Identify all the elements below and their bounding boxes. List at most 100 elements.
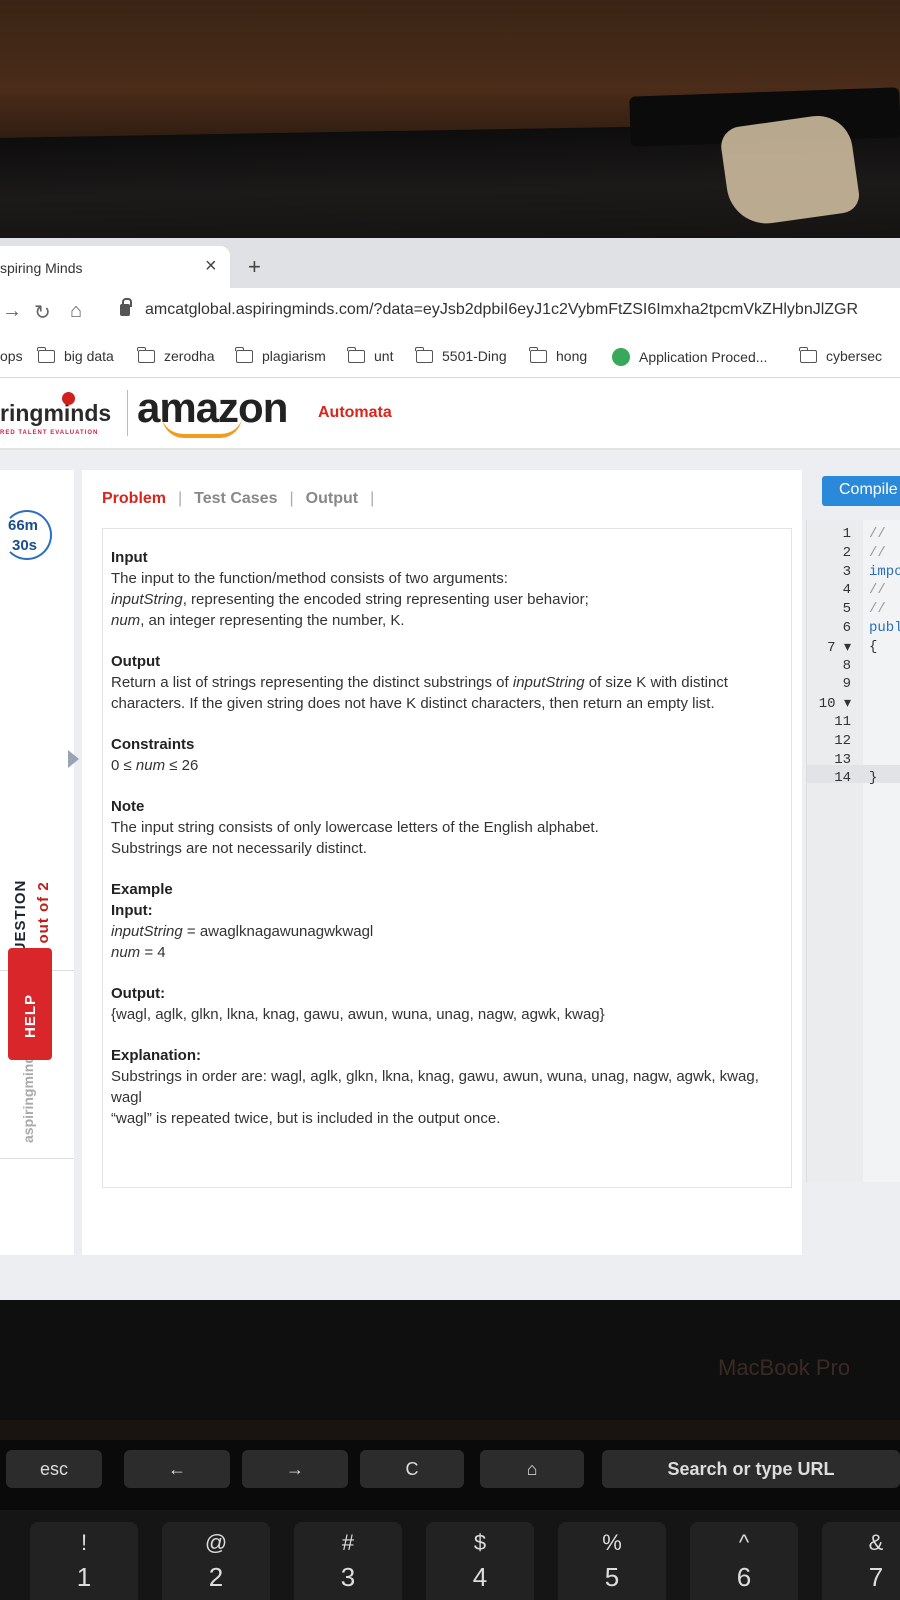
search-key[interactable]: Search or type URL [602,1450,900,1488]
section-title: Note [111,798,145,815]
bookmark-application[interactable]: Application Proced... [612,348,767,366]
folder-icon [347,346,365,363]
laptop-bezel-bottom: MacBook Pro [0,1300,900,1420]
forward-icon[interactable]: → [2,300,22,323]
bookmarks-bar: ops big data zerodha plagiarism unt 5501… [0,336,900,378]
bookmark-unt[interactable]: unt [347,346,394,364]
keyboard-key[interactable]: @2 [162,1522,270,1600]
explanation-section: Explanation: Substrings in order are: wa… [111,1045,783,1129]
example-output-label: Output: [111,985,166,1002]
keyboard-key[interactable]: $4 [426,1522,534,1600]
reload-key[interactable]: C [360,1450,464,1488]
folder-icon [235,346,253,363]
keyboard-key[interactable]: ! 1 [30,1522,138,1600]
code-line[interactable]: // [869,601,886,617]
input-arg-1: inputString, representing the encoded st… [111,589,783,610]
home-key[interactable]: ⌂ [480,1450,584,1488]
section-title: Example [111,881,173,898]
new-tab-icon[interactable]: + [248,254,261,280]
key-shift-label: % [602,1530,622,1555]
line-number: 9 [842,676,851,693]
bookmark-big-data[interactable]: big data [37,346,114,364]
key-label: 5 [604,1562,620,1592]
arg-name: inputString [111,591,183,608]
key-shift-label: & [868,1530,884,1555]
rail-divider [0,1158,74,1159]
example-input-num: num = 4 [111,942,783,963]
code-line[interactable]: // [869,526,886,542]
bookmark-plagiarism[interactable]: plagiarism [235,346,326,364]
code-editor[interactable]: 1 // 2 // 3 impo 4 // 5 // 6 publ 7 ▾ {8 9 10 ▾ 11 12 13 14… [806,520,900,1182]
help-label: HELP [22,993,39,1038]
forward-key[interactable]: → [242,1450,348,1488]
back-key[interactable]: ← [124,1450,230,1488]
header-divider [127,390,128,436]
tab-title: spiring Minds [0,260,83,276]
code-line[interactable]: // [869,545,886,561]
input-arg-2: num, an integer representing the number,… [111,610,783,631]
problem-panel: Problem | Test Cases | Output | Input Th… [82,470,802,1255]
section-title: Input [111,549,148,566]
key-shift-label: @ [204,1530,228,1555]
output-text: Return a list of strings representing th… [111,672,783,714]
keyboard-key[interactable]: & 7 [822,1522,900,1600]
line-number: 14 [834,770,851,787]
keyboard-key[interactable]: #3 [294,1522,402,1600]
bookmark-cybersec[interactable]: cybersec [799,346,883,364]
question-count: 2 out of 2 [35,881,52,958]
tab-output[interactable]: Output [306,490,358,508]
line-number: 8 [842,657,851,674]
keyboard-key[interactable]: % 5 [558,1522,666,1600]
bookmark-zerodha[interactable]: zerodha [137,346,215,364]
tab-strip: spiring Minds × + [0,238,900,288]
reload-icon[interactable]: ↻ [34,300,51,325]
bookmark-label: cybersec [826,348,883,364]
output-section: Output Return a list of strings represen… [111,651,783,714]
note-line: Substrings are not necessarily distinct. [111,840,367,857]
explanation-line: Substrings in order are: wagl, aglk, glk… [111,1068,759,1106]
keyboard-key[interactable]: ^ 6 [690,1522,798,1600]
esc-key[interactable]: esc [6,1450,102,1488]
bookmark-hong[interactable]: hong [529,346,588,364]
bookmark-label: big data [64,348,114,364]
bookmark-label: Application Proced... [639,349,768,365]
example-section: Example Input: inputString = awaglknagaw… [111,879,783,963]
tab-separator: | [178,490,183,507]
bookmark-label: hong [556,348,588,364]
code-line[interactable]: } [869,770,877,786]
note-line: The input string consists of only lowerc… [111,819,599,836]
home-icon[interactable]: ⌂ [70,300,82,323]
key-label: 4 [472,1562,488,1592]
compile-button[interactable]: Compile [822,476,900,506]
example-output-section: Output: {wagl, aglk, glkn, lkna, knag, g… [111,983,783,1025]
bookmark-apps[interactable]: ops [0,348,23,364]
brand-dot-icon [62,392,75,405]
close-icon[interactable]: × [205,255,217,278]
keyboard: ! 1 @2 #3 $4% 5 ^ 6 & 7 [0,1510,900,1600]
tab-problem[interactable]: Problem [102,490,166,508]
folder-icon [799,346,817,363]
bookmark-label: zerodha [164,348,215,364]
site-header: ringminds RED TALENT EVALUATION amazon A… [0,378,900,450]
screen: spiring Minds × + → ↻ ⌂ amcatglobal.aspi… [0,238,900,1300]
panel-tabs: Problem | Test Cases | Output | [102,490,386,508]
code-line[interactable]: publ [869,620,900,636]
arg-desc: , an integer representing the number, K. [140,612,405,629]
play-icon[interactable] [68,750,79,768]
app-icon [612,348,630,366]
line-number: 4 [842,582,851,599]
bookmark-label: unt [374,348,394,364]
explanation-label: Explanation: [111,1047,202,1064]
text-part: Return a list of strings representing th… [111,674,513,691]
code-line[interactable]: impo [869,564,900,580]
browser-tab[interactable]: spiring Minds × [0,246,230,288]
code-line[interactable]: // [869,582,886,598]
tab-test-cases[interactable]: Test Cases [194,490,277,508]
bookmark-label: ops [0,348,23,364]
line-number: 12 [834,732,851,749]
constraint-text: 0 ≤ num ≤ 26 [111,755,783,776]
bookmark-5501-ding[interactable]: 5501-Ding [415,346,507,364]
code-line[interactable]: { [869,639,877,655]
address-bar[interactable]: amcatglobal.aspiringminds.com/?data=eyJs… [145,301,858,319]
watermark-logo: aspiringminds [20,1047,36,1143]
